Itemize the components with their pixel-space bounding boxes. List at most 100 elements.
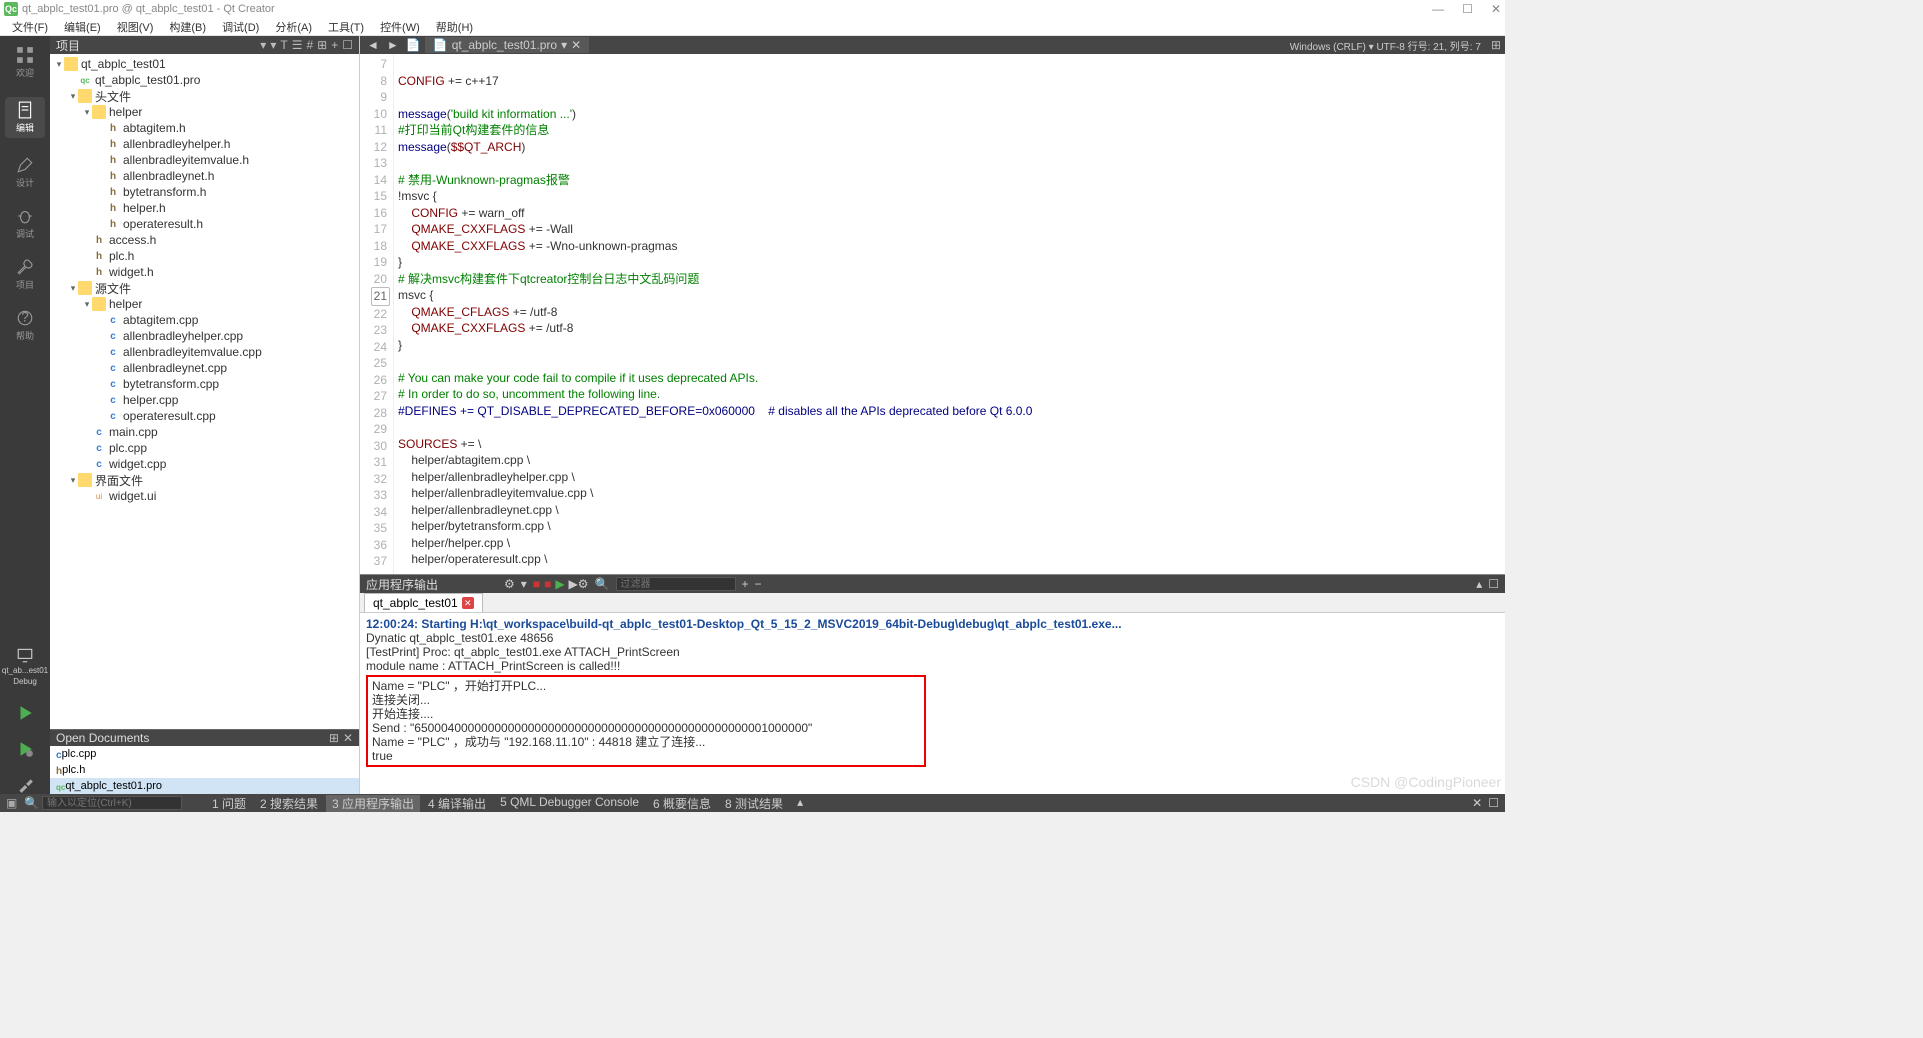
tab-dropdown-icon[interactable]: ▾ — [561, 38, 567, 52]
stop-icon[interactable]: ■ — [533, 577, 540, 591]
tree-row[interactable]: allenbradleyhelper.h — [50, 136, 359, 152]
tree-row[interactable]: ▾源文件 — [50, 280, 359, 296]
tree-row[interactable]: operateresult.h — [50, 216, 359, 232]
tree-row[interactable]: ▾头文件 — [50, 88, 359, 104]
sidebar-tool[interactable]: ⊞ — [317, 38, 327, 52]
menu-widgets[interactable]: 控件(W) — [374, 17, 426, 37]
statusbar-item[interactable]: 2 搜索结果 — [254, 795, 324, 812]
tree-row[interactable]: allenbradleynet.h — [50, 168, 359, 184]
opendoc-item[interactable]: qt_abplc_test01.pro — [50, 778, 359, 794]
tree-row[interactable]: allenbradleyhelper.cpp — [50, 328, 359, 344]
menu-tools[interactable]: 工具(T) — [322, 17, 370, 37]
toggle-sidebar-icon[interactable]: ▣ — [6, 796, 20, 810]
statusbar-item[interactable]: 6 概要信息 — [647, 795, 717, 812]
editor-tab[interactable]: 📄 qt_abplc_test01.pro ▾ ✕ — [425, 37, 589, 53]
output-up-icon[interactable]: ▴ — [1476, 577, 1482, 591]
output-tab[interactable]: qt_abplc_test01 ✕ — [364, 593, 483, 612]
activity-edit[interactable]: 编辑 — [5, 97, 45, 138]
statusbar-item[interactable]: 8 测试结果 — [719, 795, 789, 812]
activity-welcome[interactable]: 欢迎 — [5, 46, 45, 79]
build-button[interactable] — [5, 776, 45, 794]
activity-design[interactable]: 设计 — [5, 156, 45, 189]
nav-back-icon[interactable]: ◄ — [364, 38, 382, 52]
opendoc-item[interactable]: plc.h — [50, 762, 359, 778]
filter-input[interactable] — [616, 577, 736, 591]
run-button[interactable] — [5, 704, 45, 722]
tree-row[interactable]: ▾helper — [50, 104, 359, 120]
opendoc-item[interactable]: plc.cpp — [50, 746, 359, 762]
tree-row[interactable]: main.cpp — [50, 424, 359, 440]
menu-file[interactable]: 文件(F) — [6, 17, 54, 37]
tree-row[interactable]: ▾qt_abplc_test01 — [50, 56, 359, 72]
output-content[interactable]: 12:00:24: Starting H:\qt_workspace\build… — [360, 613, 1505, 794]
tree-row[interactable]: access.h — [50, 232, 359, 248]
status-close-icon[interactable]: ✕ — [1472, 796, 1482, 810]
statusbar-item[interactable]: 1 问题 — [206, 795, 252, 812]
tree-row[interactable]: ▾界面文件 — [50, 472, 359, 488]
opendocs-split-icon[interactable]: ⊞ — [329, 731, 339, 745]
locator-input[interactable] — [42, 796, 182, 810]
activity-debug[interactable]: 调试 — [5, 207, 45, 240]
menu-view[interactable]: 视图(V) — [111, 17, 160, 37]
tree-row[interactable]: bytetransform.cpp — [50, 376, 359, 392]
sidebar-tool[interactable]: ▾ — [270, 38, 276, 52]
tree-row[interactable]: plc.h — [50, 248, 359, 264]
menu-debug[interactable]: 调试(D) — [216, 17, 265, 37]
sidebar-tool[interactable]: ▾ — [260, 38, 266, 52]
rerun-icon[interactable]: ▶ — [555, 577, 564, 591]
tree-row[interactable]: abtagitem.h — [50, 120, 359, 136]
code-content[interactable]: CONFIG += c++17 message('build kit infor… — [394, 54, 1505, 574]
nav-forward-icon[interactable]: ► — [384, 38, 402, 52]
tree-row[interactable]: ▾helper — [50, 296, 359, 312]
sidebar-tool[interactable]: ☐ — [342, 38, 353, 52]
editor-status[interactable]: Windows (CRLF) ▾ UTF-8 行号: 21, 列号: 7 — [1290, 38, 1487, 53]
project-tree[interactable]: ▾qt_abplc_test01qt_abplc_test01.pro▾头文件▾… — [50, 54, 359, 729]
progress-icon[interactable]: ☐ — [1488, 796, 1499, 810]
code-editor[interactable]: 7891011121314151617181920212223242526272… — [360, 54, 1505, 574]
statusbar-item[interactable]: 4 编译输出 — [422, 795, 492, 812]
tree-row[interactable]: helper.h — [50, 200, 359, 216]
tab-close-icon[interactable]: ✕ — [571, 38, 581, 52]
minimize-button[interactable]: — — [1432, 2, 1444, 16]
debug-run-button[interactable] — [5, 740, 45, 758]
activity-projects[interactable]: 项目 — [5, 258, 45, 291]
output-tool-icon[interactable]: ⚙ — [504, 577, 515, 591]
output-tab-close-icon[interactable]: ✕ — [462, 597, 474, 609]
menu-analyze[interactable]: 分析(A) — [269, 17, 318, 37]
menu-build[interactable]: 构建(B) — [163, 17, 212, 37]
stop-all-icon[interactable]: ■ — [544, 577, 551, 591]
tree-row[interactable]: helper.cpp — [50, 392, 359, 408]
sidebar-tool[interactable]: ☰ — [292, 38, 303, 52]
menu-help[interactable]: 帮助(H) — [430, 17, 479, 37]
sidebar-tool[interactable]: T — [280, 38, 287, 52]
tree-row[interactable]: widget.h — [50, 264, 359, 280]
menu-edit[interactable]: 编辑(E) — [58, 17, 107, 37]
tree-row[interactable]: allenbradleyitemvalue.cpp — [50, 344, 359, 360]
zoom-in-icon[interactable]: + — [742, 577, 749, 591]
output-max-icon[interactable]: ☐ — [1488, 577, 1499, 591]
tree-row[interactable]: plc.cpp — [50, 440, 359, 456]
tree-row[interactable]: qt_abplc_test01.pro — [50, 72, 359, 88]
statusbar-up-icon[interactable]: ▴ — [791, 795, 809, 812]
tree-row[interactable]: allenbradleynet.cpp — [50, 360, 359, 376]
tree-row[interactable]: allenbradleyitemvalue.h — [50, 152, 359, 168]
maximize-button[interactable]: ☐ — [1462, 2, 1473, 16]
bookmark-icon[interactable]: 📄 — [406, 38, 421, 52]
kit-selector[interactable]: qt_ab...est01 Debug — [5, 646, 45, 686]
tree-row[interactable]: abtagitem.cpp — [50, 312, 359, 328]
output-dropdown-icon[interactable]: ▾ — [521, 577, 527, 591]
sidebar-tool[interactable]: + — [331, 38, 338, 52]
activity-help[interactable]: ? 帮助 — [5, 309, 45, 342]
tree-row[interactable]: bytetransform.h — [50, 184, 359, 200]
statusbar-item[interactable]: 3 应用程序输出 — [326, 795, 420, 812]
tree-row[interactable]: widget.cpp — [50, 456, 359, 472]
opendocs-close-icon[interactable]: ✕ — [343, 731, 353, 745]
close-button[interactable]: ✕ — [1491, 2, 1501, 16]
sidebar-tool[interactable]: # — [306, 38, 313, 52]
statusbar-item[interactable]: 5 QML Debugger Console — [494, 795, 645, 812]
rerun-debug-icon[interactable]: ▶⚙ — [569, 577, 589, 591]
editor-split-icon[interactable]: ⊞ — [1491, 38, 1501, 52]
tree-row[interactable]: widget.ui — [50, 488, 359, 504]
zoom-out-icon[interactable]: − — [755, 577, 762, 591]
tree-row[interactable]: operateresult.cpp — [50, 408, 359, 424]
